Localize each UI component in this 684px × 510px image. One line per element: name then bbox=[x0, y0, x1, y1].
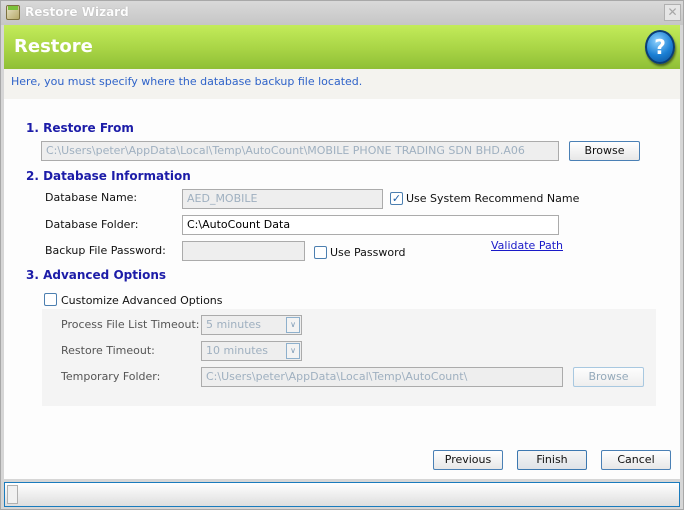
cancel-button[interactable]: Cancel bbox=[601, 450, 671, 470]
page-title: Restore bbox=[14, 36, 93, 57]
temp-folder-field[interactable]: C:\Users\peter\AppData\Local\Temp\AutoCo… bbox=[201, 367, 563, 387]
browse-temp-folder-button[interactable]: Browse bbox=[573, 367, 644, 387]
backup-password-field[interactable] bbox=[182, 241, 305, 261]
section-title-database-info: 2. Database Information bbox=[26, 169, 191, 183]
chevron-down-icon[interactable]: ∨ bbox=[286, 317, 300, 333]
app-icon bbox=[6, 5, 20, 20]
customize-advanced-label[interactable]: Customize Advanced Options bbox=[61, 294, 223, 307]
window-title: Restore Wizard bbox=[25, 5, 129, 19]
title-bar: Restore Wizard ✕ bbox=[1, 1, 683, 25]
database-name-field[interactable]: AED_MOBILE bbox=[182, 189, 383, 209]
restore-timeout-label: Restore Timeout: bbox=[61, 344, 155, 357]
process-timeout-value: 5 minutes bbox=[206, 318, 262, 331]
validate-path-link[interactable]: Validate Path bbox=[491, 239, 563, 252]
temp-folder-label: Temporary Folder: bbox=[61, 370, 161, 383]
finish-button[interactable]: Finish bbox=[517, 450, 587, 470]
close-icon[interactable]: ✕ bbox=[664, 4, 681, 21]
use-password-label[interactable]: Use Password bbox=[330, 246, 405, 259]
previous-button[interactable]: Previous bbox=[433, 450, 503, 470]
instruction-text: Here, you must specify where the databas… bbox=[4, 69, 680, 99]
section-title-restore-from: 1. Restore From bbox=[26, 121, 134, 135]
wizard-content: Here, you must specify where the databas… bbox=[4, 69, 680, 479]
section-title-advanced-options: 3. Advanced Options bbox=[26, 268, 167, 282]
progress-bar bbox=[4, 482, 680, 507]
database-folder-label: Database Folder: bbox=[45, 218, 139, 231]
use-password-checkbox[interactable] bbox=[314, 246, 327, 259]
restore-timeout-select[interactable]: 10 minutes ∨ bbox=[201, 341, 302, 361]
backup-file-path-field[interactable]: C:\Users\peter\AppData\Local\Temp\AutoCo… bbox=[41, 141, 559, 161]
browse-backup-button[interactable]: Browse bbox=[569, 141, 640, 161]
progress-indicator bbox=[7, 485, 18, 504]
database-folder-field[interactable]: C:\AutoCount Data bbox=[182, 215, 559, 235]
process-timeout-select[interactable]: 5 minutes ∨ bbox=[201, 315, 302, 335]
process-timeout-label: Process File List Timeout: bbox=[61, 318, 200, 331]
use-recommend-name-checkbox[interactable]: ✓ bbox=[390, 192, 403, 205]
header-banner: Restore ? bbox=[4, 25, 680, 69]
backup-password-label: Backup File Password: bbox=[45, 244, 166, 257]
use-recommend-name-label[interactable]: Use System Recommend Name bbox=[406, 192, 579, 205]
chevron-down-icon[interactable]: ∨ bbox=[286, 343, 300, 359]
customize-advanced-checkbox[interactable] bbox=[44, 293, 57, 306]
restore-timeout-value: 10 minutes bbox=[206, 344, 269, 357]
database-name-label: Database Name: bbox=[45, 191, 138, 204]
help-icon[interactable]: ? bbox=[645, 30, 675, 64]
restore-wizard-window: Restore Wizard ✕ Restore ? Here, you mus… bbox=[0, 0, 684, 510]
